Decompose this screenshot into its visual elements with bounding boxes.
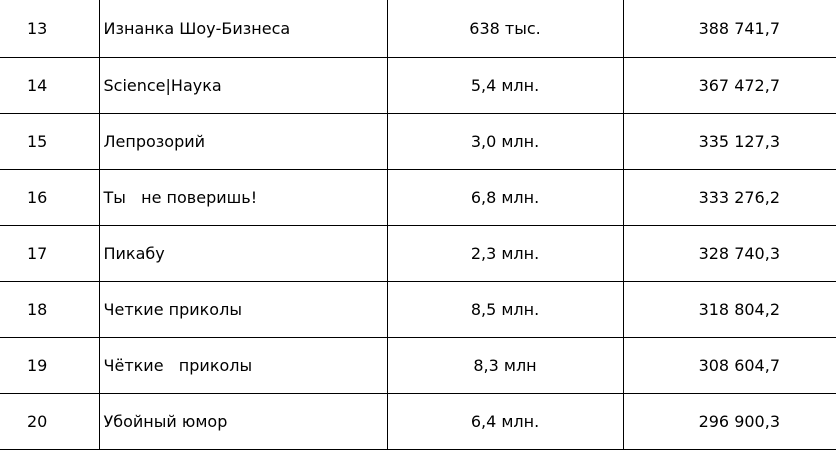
subscribers-cell: 3,0 млн. bbox=[386, 113, 624, 170]
rank-cell: 18 bbox=[0, 281, 100, 338]
value-cell: 335 127,3 bbox=[622, 113, 836, 170]
table-row: 18 Четкие приколы 8,5 млн. 318 804,2 bbox=[0, 281, 836, 338]
ranking-table: 13 Изнанка Шоу-Бизнеса 638 тыс. 388 741,… bbox=[0, 0, 836, 450]
table-row: 14 Science|Наука 5,4 млн. 367 472,7 bbox=[0, 57, 836, 114]
community-name-cell: Четкие приколы bbox=[98, 281, 388, 338]
value-cell: 388 741,7 bbox=[622, 0, 836, 58]
rank-cell: 16 bbox=[0, 169, 100, 226]
rank-cell: 19 bbox=[0, 337, 100, 394]
community-name-cell: Лепрозорий bbox=[98, 113, 388, 170]
community-name-cell: Пикабу bbox=[98, 225, 388, 282]
value-cell: 328 740,3 bbox=[622, 225, 836, 282]
rank-cell: 13 bbox=[0, 0, 100, 58]
table-row: 20 Убойный юмор 6,4 млн. 296 900,3 bbox=[0, 393, 836, 450]
table-row: 16 Ты не поверишь! 6,8 млн. 333 276,2 bbox=[0, 169, 836, 226]
rank-cell: 17 bbox=[0, 225, 100, 282]
subscribers-cell: 8,3 млн bbox=[386, 337, 624, 394]
subscribers-cell: 6,4 млн. bbox=[386, 393, 624, 450]
community-name-cell: Science|Наука bbox=[98, 57, 388, 114]
ranking-table-body: 13 Изнанка Шоу-Бизнеса 638 тыс. 388 741,… bbox=[0, 0, 836, 450]
subscribers-cell: 2,3 млн. bbox=[386, 225, 624, 282]
table-row: 19 Чёткие приколы 8,3 млн 308 604,7 bbox=[0, 337, 836, 394]
subscribers-cell: 638 тыс. bbox=[386, 0, 624, 58]
value-cell: 308 604,7 bbox=[622, 337, 836, 394]
subscribers-cell: 8,5 млн. bbox=[386, 281, 624, 338]
community-name-cell: Убойный юмор bbox=[98, 393, 388, 450]
table-row: 17 Пикабу 2,3 млн. 328 740,3 bbox=[0, 225, 836, 282]
rank-cell: 15 bbox=[0, 113, 100, 170]
rank-cell: 20 bbox=[0, 393, 100, 450]
table-row: 13 Изнанка Шоу-Бизнеса 638 тыс. 388 741,… bbox=[0, 0, 836, 58]
subscribers-cell: 5,4 млн. bbox=[386, 57, 624, 114]
subscribers-cell: 6,8 млн. bbox=[386, 169, 624, 226]
value-cell: 318 804,2 bbox=[622, 281, 836, 338]
community-name-cell: Чёткие приколы bbox=[98, 337, 388, 394]
value-cell: 296 900,3 bbox=[622, 393, 836, 450]
rank-cell: 14 bbox=[0, 57, 100, 114]
table-row: 15 Лепрозорий 3,0 млн. 335 127,3 bbox=[0, 113, 836, 170]
value-cell: 333 276,2 bbox=[622, 169, 836, 226]
value-cell: 367 472,7 bbox=[622, 57, 836, 114]
community-name-cell: Изнанка Шоу-Бизнеса bbox=[98, 0, 388, 58]
community-name-cell: Ты не поверишь! bbox=[98, 169, 388, 226]
